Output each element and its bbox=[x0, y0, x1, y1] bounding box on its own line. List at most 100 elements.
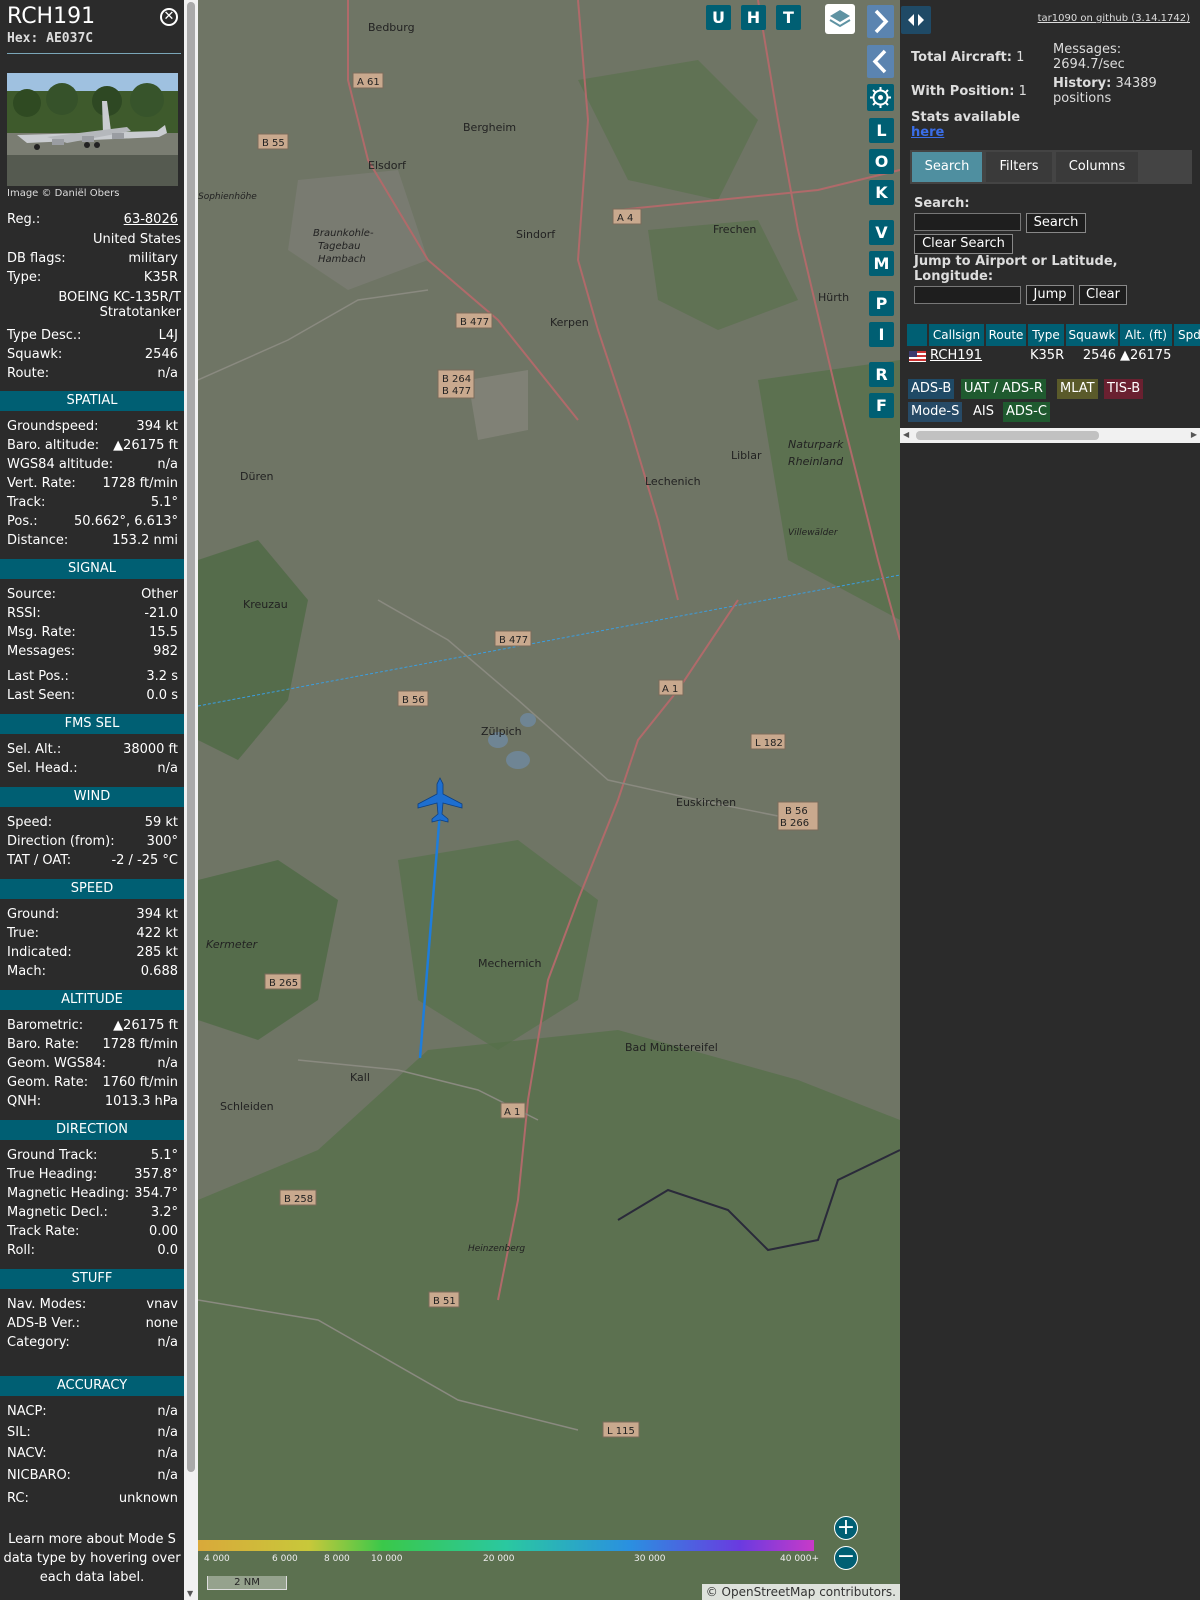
signal-value: 15.5 bbox=[149, 625, 178, 640]
toggle-sidebar-button[interactable] bbox=[901, 6, 931, 34]
close-info-icon[interactable]: ✕ bbox=[160, 8, 178, 26]
speed-row: Ground: 394 kt bbox=[7, 907, 178, 926]
section-fms-sel: FMS SEL bbox=[0, 714, 184, 734]
expand-right-button[interactable] bbox=[867, 5, 894, 38]
clear-search-button[interactable]: Clear Search bbox=[914, 234, 1013, 254]
aircraft-info-panel: RCH191 Hex: AE037C ✕ Image © Daniël Ober… bbox=[0, 0, 184, 1600]
wind-row: TAT / OAT: -2 / -25 °C bbox=[7, 853, 178, 872]
accuracy-row: NACP: n/a bbox=[7, 1404, 178, 1423]
map-button-p[interactable]: P bbox=[869, 291, 894, 316]
signal-label: Source: bbox=[7, 587, 57, 602]
map-button-t[interactable]: T bbox=[776, 5, 801, 30]
map-button-l[interactable]: L bbox=[869, 118, 894, 143]
speed-label: Indicated: bbox=[7, 945, 72, 960]
row-altitude: ▲26175 bbox=[1120, 348, 1172, 363]
altitude-row: Geom. Rate: 1760 ft/min bbox=[7, 1075, 178, 1094]
wind-row: Speed: 59 kt bbox=[7, 815, 178, 834]
country: United States bbox=[92, 232, 181, 247]
legend-adsc: ADS-C bbox=[1003, 402, 1050, 422]
map-button-v[interactable]: V bbox=[869, 220, 894, 245]
layers-button[interactable] bbox=[825, 4, 855, 34]
clear-button[interactable]: Clear bbox=[1079, 285, 1127, 305]
type-name-line1: BOEING KC-135R/T bbox=[58, 290, 181, 305]
direction-row: Magnetic Decl.: 3.2° bbox=[7, 1205, 178, 1224]
speed-row: Mach: 0.688 bbox=[7, 964, 178, 983]
spatial-value: 1728 ft/min bbox=[102, 476, 178, 491]
tab-search[interactable]: Search bbox=[912, 152, 982, 182]
map-button-m[interactable]: M bbox=[869, 251, 894, 276]
scroll-left-icon[interactable]: ◀ bbox=[903, 430, 909, 439]
wind-value: 59 kt bbox=[144, 815, 178, 830]
svg-text:Rheinland: Rheinland bbox=[788, 455, 844, 468]
altitude-label: Geom. WGS84: bbox=[7, 1056, 107, 1071]
scroll-down-icon[interactable]: ▼ bbox=[187, 1589, 193, 1598]
info-panel-scrollbar[interactable]: ▲ ▼ bbox=[184, 0, 198, 1600]
altitude-scale-label: 10 000 bbox=[371, 1554, 403, 1564]
column-header-callsign[interactable]: Callsign bbox=[929, 324, 984, 346]
map-button-r[interactable]: R bbox=[869, 362, 894, 387]
altitude-value: ▲26175 ft bbox=[113, 1018, 178, 1033]
reg-link[interactable]: 63-8026 bbox=[124, 212, 178, 227]
map-button-u[interactable]: U bbox=[706, 5, 731, 30]
jump-input[interactable] bbox=[914, 286, 1021, 304]
column-header-altitude[interactable]: Alt. (ft) bbox=[1120, 324, 1172, 346]
svg-text:B 265: B 265 bbox=[269, 978, 298, 989]
map-button-h[interactable]: H bbox=[741, 5, 766, 30]
svg-text:Kall: Kall bbox=[350, 1071, 370, 1084]
column-header-type[interactable]: Type bbox=[1028, 324, 1064, 346]
altitude-scale-label: 6 000 bbox=[272, 1554, 298, 1564]
svg-text:Tagebau: Tagebau bbox=[318, 241, 361, 252]
search-input[interactable] bbox=[914, 213, 1021, 231]
wind-value: -2 / -25 °C bbox=[111, 853, 178, 868]
aircraft-photo[interactable] bbox=[7, 73, 178, 186]
settings-button[interactable] bbox=[867, 84, 894, 111]
legend-tisb: TIS-B bbox=[1104, 379, 1144, 399]
zoom-in-button[interactable]: + bbox=[834, 1516, 858, 1540]
direction-label: True Heading: bbox=[7, 1167, 98, 1182]
column-header-speed[interactable]: Spd bbox=[1174, 324, 1200, 346]
zoom-out-button[interactable]: − bbox=[834, 1546, 858, 1570]
altitude-row: Geom. WGS84: n/a bbox=[7, 1056, 178, 1075]
map-canvas[interactable]: Bedburg Bergheim Elsdorf Sindorf Frechen… bbox=[198, 0, 900, 1600]
row-callsign[interactable]: RCH191 bbox=[930, 348, 982, 363]
type-label: Type: bbox=[7, 270, 42, 285]
sidebar-panel: tar1090 on github (3.14.1742) Total Airc… bbox=[900, 0, 1200, 1600]
column-header-flag[interactable] bbox=[907, 324, 927, 346]
svg-text:Elsdorf: Elsdorf bbox=[368, 159, 407, 172]
github-link[interactable]: tar1090 on github (3.14.1742) bbox=[1038, 13, 1190, 24]
map-button-k[interactable]: K bbox=[869, 180, 894, 205]
map-button-i[interactable]: I bbox=[869, 322, 894, 347]
section-accuracy: ACCURACY bbox=[0, 1376, 184, 1396]
collapse-left-button[interactable] bbox=[867, 45, 894, 78]
osm-link[interactable]: OpenStreetMap bbox=[722, 1585, 816, 1599]
map-button-f[interactable]: F bbox=[869, 393, 894, 418]
map-button-o[interactable]: O bbox=[869, 149, 894, 174]
speed-value: 285 kt bbox=[136, 945, 178, 960]
table-horizontal-scrollbar[interactable]: ◀ ▶ bbox=[900, 428, 1200, 443]
tab-columns[interactable]: Columns bbox=[1056, 152, 1138, 182]
svg-text:A 1: A 1 bbox=[662, 684, 678, 695]
stuff-label: Category: bbox=[7, 1335, 70, 1350]
svg-text:B 266: B 266 bbox=[780, 818, 809, 829]
fms-label: Sel. Head.: bbox=[7, 761, 78, 776]
spatial-label: Groundspeed: bbox=[7, 419, 99, 434]
svg-text:A 61: A 61 bbox=[357, 77, 380, 88]
scroll-right-icon[interactable]: ▶ bbox=[1191, 430, 1197, 439]
history: History: 34389 bbox=[1053, 76, 1157, 91]
with-position-label: With Position: bbox=[911, 84, 1015, 99]
stats-link[interactable]: here bbox=[911, 125, 944, 140]
column-header-route[interactable]: Route bbox=[986, 324, 1026, 346]
search-button[interactable]: Search bbox=[1026, 213, 1086, 233]
scroll-thumb[interactable] bbox=[187, 2, 195, 1472]
svg-text:Bedburg: Bedburg bbox=[368, 21, 415, 34]
history-positions: positions bbox=[1053, 91, 1112, 106]
jump-button[interactable]: Jump bbox=[1026, 285, 1074, 305]
layers-icon bbox=[829, 10, 851, 28]
tab-filters[interactable]: Filters bbox=[986, 152, 1052, 182]
scroll-thumb[interactable] bbox=[916, 431, 1099, 440]
stuff-value: n/a bbox=[157, 1335, 178, 1350]
column-header-squawk[interactable]: Squawk bbox=[1066, 324, 1118, 346]
svg-text:Braunkohle-: Braunkohle- bbox=[313, 228, 374, 239]
accuracy-value: n/a bbox=[157, 1404, 178, 1419]
signal-row: Last Pos.: 3.2 s bbox=[7, 669, 178, 688]
